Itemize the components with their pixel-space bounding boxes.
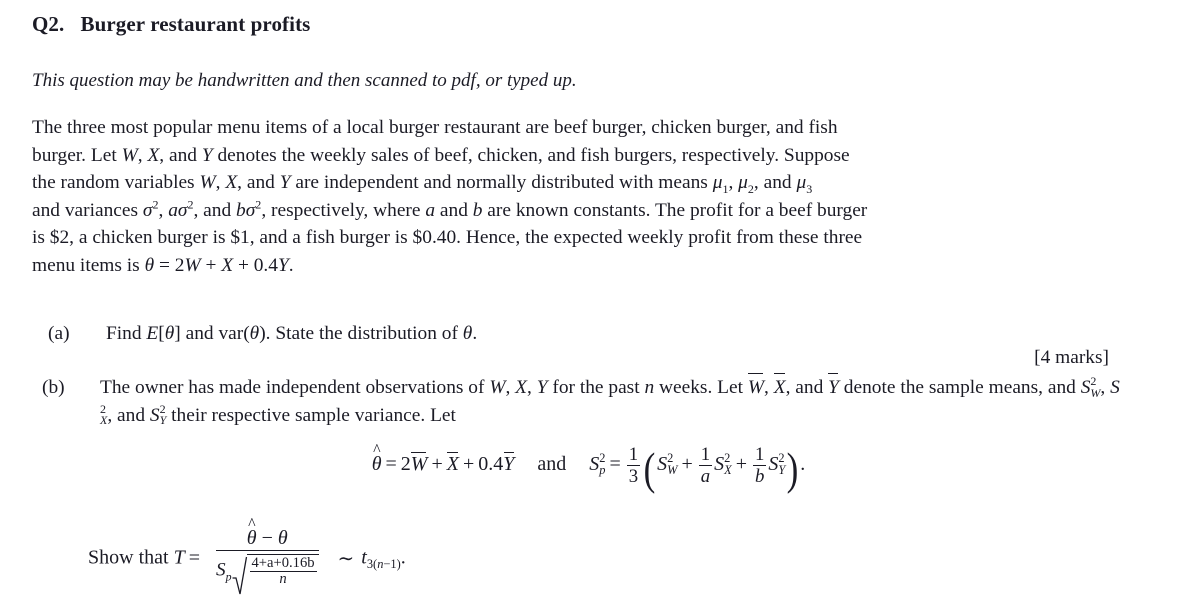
display-equation-1: θ=2W+X+0.4Y and S2p=13(S2W+1aS2X+1bS2Y). [0, 444, 1177, 491]
part-a-label: (a) [48, 323, 70, 344]
t-fraction-numerator: θ − θ [215, 528, 319, 551]
intro-paragraph: The three most popular menu items of a l… [32, 114, 1112, 280]
intro-line-3: the random variables W, X, and Y are ind… [32, 172, 813, 197]
equation-conjunction: and [537, 453, 567, 476]
intro-line-5: is $2, a chicken burger is $1, and a fis… [32, 227, 863, 249]
part-a: (a) Find E[θ] and var(θ). State the dist… [48, 320, 1108, 348]
part-b-label: (b) [42, 377, 65, 398]
part-a-text: Find E[θ] and var(θ). State the distribu… [106, 323, 478, 344]
marks-badge: [4 marks] [1034, 347, 1109, 368]
one-third-fraction: 13 [626, 444, 641, 488]
radicand-numerator: 4+a+0.16b [249, 555, 317, 573]
equals-sign: = [188, 546, 200, 569]
one-over-a-fraction: 1a [698, 444, 713, 488]
one-over-b-fraction: 1b [753, 444, 767, 488]
intro-line-2: burger. Let W, X, and Y denotes the week… [32, 144, 850, 166]
equation-2-period: . [400, 546, 406, 569]
radicand: 4+a+0.16b n [246, 554, 319, 588]
instruction-note: This question may be handwritten and the… [32, 70, 577, 91]
question-number: Q2. [32, 12, 65, 36]
t-distribution-df: 3(n−1) [366, 556, 401, 571]
intro-line-1: The three most popular menu items of a l… [32, 117, 838, 138]
show-that-label: Show that [88, 546, 169, 569]
sp-squared-symbol: S [589, 453, 600, 476]
document-page: Q2. Burger restaurant profits This quest… [0, 0, 1177, 610]
intro-line-6: menu items is θ = 2W + X + 0.4Y. [32, 254, 294, 276]
t-statistic-fraction: θ − θ Sp4+a+0.16bn [215, 528, 319, 595]
intro-line-4: and variances σ2, aσ2, and bσ2, respecti… [32, 197, 868, 221]
display-equation-2: Show that T= θ − θ Sp4+a+0.16bn ∼t3(n−1)… [88, 528, 406, 595]
part-b-line-1: The owner has made independent observati… [100, 372, 839, 398]
question-title-text: Burger restaurant profits [80, 12, 311, 36]
part-b-text: The owner has made independent observati… [100, 372, 1122, 429]
theta-hat-symbol: θ [372, 453, 382, 476]
t-statistic-symbol: T [173, 546, 185, 569]
square-root: 4+a+0.16b n [232, 554, 319, 595]
t-fraction-denominator: Sp 4+a+0.16b n [216, 551, 319, 595]
page-title: Q2. Burger restaurant profits [32, 12, 310, 37]
part-b: (b) The owner has made independent obser… [42, 372, 1122, 429]
radical-sign-icon [232, 556, 247, 595]
distributed-as-symbol: ∼ [337, 547, 355, 570]
equation-1-period: . [800, 453, 806, 476]
radicand-denominator: n [279, 571, 287, 588]
